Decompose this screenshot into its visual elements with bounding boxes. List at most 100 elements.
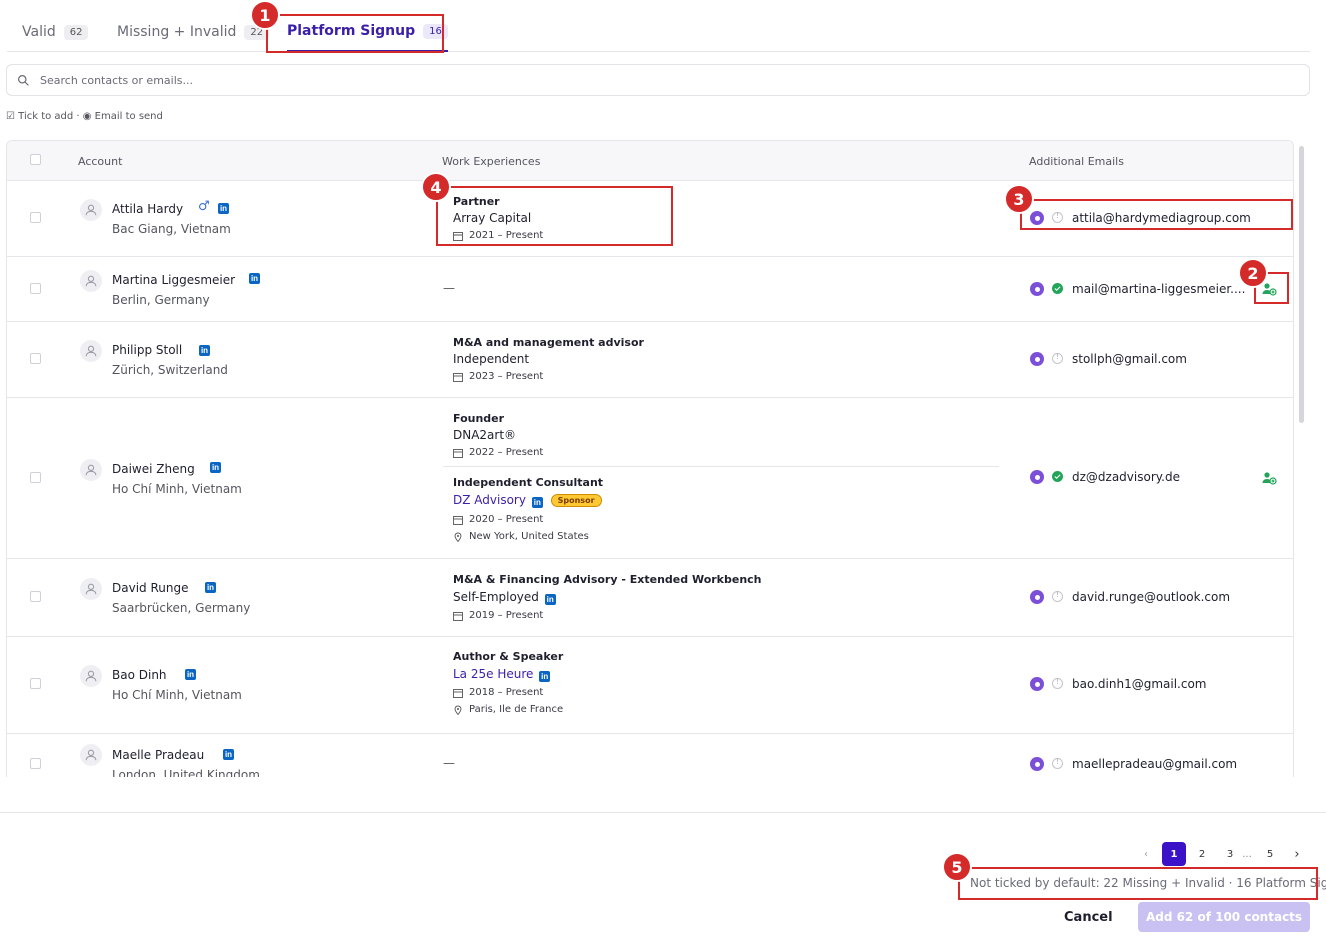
additional-email[interactable]: stollph@gmail.com <box>1072 352 1187 366</box>
contact-name[interactable]: Bao Dinh <box>112 668 167 682</box>
add-user-icon[interactable] <box>1261 470 1277 486</box>
contact-location: Zürich, Switzerland <box>112 363 228 377</box>
search-input[interactable] <box>40 73 1240 87</box>
email-send-radio[interactable] <box>1030 470 1044 484</box>
pagination-prev-button[interactable]: ‹ <box>1138 842 1154 866</box>
calendar-icon <box>453 611 463 621</box>
tab-label: Valid <box>22 24 56 40</box>
linkedin-icon[interactable]: in <box>185 669 196 680</box>
row-checkbox[interactable] <box>30 212 41 223</box>
table-row: Martina Liggesmeier in Berlin, Germany —… <box>7 257 1293 322</box>
work-role: Author & Speaker <box>453 650 564 663</box>
email-send-radio[interactable] <box>1030 590 1044 604</box>
work-dates: 2022 – Present <box>453 447 543 458</box>
work-dates: 2023 – Present <box>453 371 543 382</box>
add-contacts-button[interactable]: Add 62 of 100 contacts <box>1138 902 1310 932</box>
contact-name[interactable]: David Runge <box>112 581 188 595</box>
work-role: Founder <box>453 412 505 425</box>
annotation-box-3 <box>1020 199 1293 230</box>
contact-name[interactable]: Attila Hardy <box>112 202 183 216</box>
select-all-checkbox[interactable] <box>30 154 41 165</box>
search-box <box>6 64 1310 96</box>
calendar-icon <box>453 688 463 698</box>
additional-email[interactable]: maellepradeau@gmail.com <box>1072 757 1237 771</box>
row-checkbox[interactable] <box>30 758 41 769</box>
annotation-badge-4: 4 <box>421 172 451 202</box>
tab-valid[interactable]: Valid 62 <box>22 12 89 52</box>
additional-email[interactable]: mail@martina-liggesmeier.... <box>1072 282 1245 296</box>
user-icon <box>85 464 97 476</box>
contact-location: Ho Chí Minh, Vietnam <box>112 482 242 496</box>
avatar <box>80 340 102 362</box>
tab-bar: Valid 62 Missing + Invalid 22 Platform S… <box>7 12 1310 52</box>
pagination-ellipsis: ... <box>1242 848 1252 860</box>
linkedin-icon[interactable]: in <box>205 582 216 593</box>
contact-name[interactable]: Martina Liggesmeier <box>112 273 235 287</box>
contact-name[interactable]: Daiwei Zheng <box>112 462 195 476</box>
work-divider <box>443 466 999 467</box>
tab-count-badge: 62 <box>63 24 89 40</box>
email-unknown-status-icon <box>1052 590 1063 602</box>
row-checkbox[interactable] <box>30 472 41 483</box>
table-row: Philipp Stoll in Zürich, Switzerland M&A… <box>7 322 1293 398</box>
row-checkbox[interactable] <box>30 283 41 294</box>
pagination-page-3[interactable]: 3 <box>1222 842 1238 866</box>
work-company: DNA2art® <box>453 428 517 442</box>
work-role: Independent Consultant <box>453 476 604 489</box>
email-send-radio[interactable] <box>1030 677 1044 691</box>
header-account: Account <box>78 155 123 168</box>
work-dates: 2020 – Present <box>453 514 543 525</box>
tab-missing-invalid[interactable]: Missing + Invalid 22 <box>117 12 270 52</box>
work-company-link[interactable]: La 25e Heure in <box>453 667 551 682</box>
pagination-page-5[interactable]: 5 <box>1262 842 1278 866</box>
contact-name[interactable]: Maelle Pradeau <box>112 748 204 762</box>
table-scrollbar[interactable] <box>1299 146 1304 423</box>
linkedin-icon[interactable]: in <box>210 462 221 473</box>
work-role: M&A & Financing Advisory - Extended Work… <box>453 573 762 586</box>
linkedin-icon[interactable]: in <box>531 497 543 508</box>
pagination-page-1[interactable]: 1 <box>1162 842 1186 866</box>
header-additional-emails: Additional Emails <box>1029 155 1124 168</box>
email-send-radio[interactable] <box>1030 282 1044 296</box>
work-dates: 2019 – Present <box>453 610 543 621</box>
avatar <box>80 578 102 600</box>
email-valid-status-icon <box>1052 283 1063 294</box>
row-checkbox[interactable] <box>30 353 41 364</box>
linkedin-icon[interactable]: in <box>218 203 229 214</box>
linkedin-icon[interactable]: in <box>249 273 260 284</box>
email-send-radio[interactable] <box>1030 352 1044 366</box>
pagination-page-2[interactable]: 2 <box>1194 842 1210 866</box>
table-row: Daiwei Zheng in Ho Chí Minh, Vietnam Fou… <box>7 398 1293 559</box>
cancel-button[interactable]: Cancel <box>1064 904 1113 930</box>
additional-email[interactable]: bao.dinh1@gmail.com <box>1072 677 1206 691</box>
avatar <box>80 199 102 221</box>
contact-location: Bac Giang, Vietnam <box>112 222 231 236</box>
calendar-icon <box>453 448 463 458</box>
contact-name[interactable]: Philipp Stoll <box>112 343 182 357</box>
contact-location: Ho Chí Minh, Vietnam <box>112 688 242 702</box>
email-unknown-status-icon <box>1052 757 1063 769</box>
linkedin-icon[interactable]: in <box>199 345 210 356</box>
additional-email[interactable]: dz@dzadvisory.de <box>1072 470 1180 484</box>
linkedin-icon[interactable]: in <box>223 749 234 760</box>
annotation-badge-3: 3 <box>1004 184 1034 214</box>
email-send-radio[interactable] <box>1030 757 1044 771</box>
work-place: New York, United States <box>453 531 589 542</box>
row-checkbox[interactable] <box>30 591 41 602</box>
tab-label: Missing + Invalid <box>117 24 237 40</box>
email-unknown-status-icon <box>1052 352 1063 364</box>
linkedin-icon[interactable]: in <box>539 671 551 682</box>
work-place: Paris, Ile de France <box>453 704 563 715</box>
user-icon <box>85 345 97 357</box>
pagination-next-button[interactable]: › <box>1289 842 1305 866</box>
row-checkbox[interactable] <box>30 678 41 689</box>
additional-email[interactable]: david.runge@outlook.com <box>1072 590 1230 604</box>
annotation-badge-5: 5 <box>942 852 972 882</box>
work-role: M&A and management advisor <box>453 336 644 349</box>
table-row: Maelle Pradeau in London, United Kingdom… <box>7 734 1293 777</box>
work-company-link[interactable]: DZ Advisory in Sponsor <box>453 493 602 508</box>
linkedin-icon[interactable]: in <box>544 594 556 605</box>
location-pin-icon <box>454 705 462 715</box>
avatar <box>80 744 102 766</box>
search-icon <box>18 74 29 86</box>
